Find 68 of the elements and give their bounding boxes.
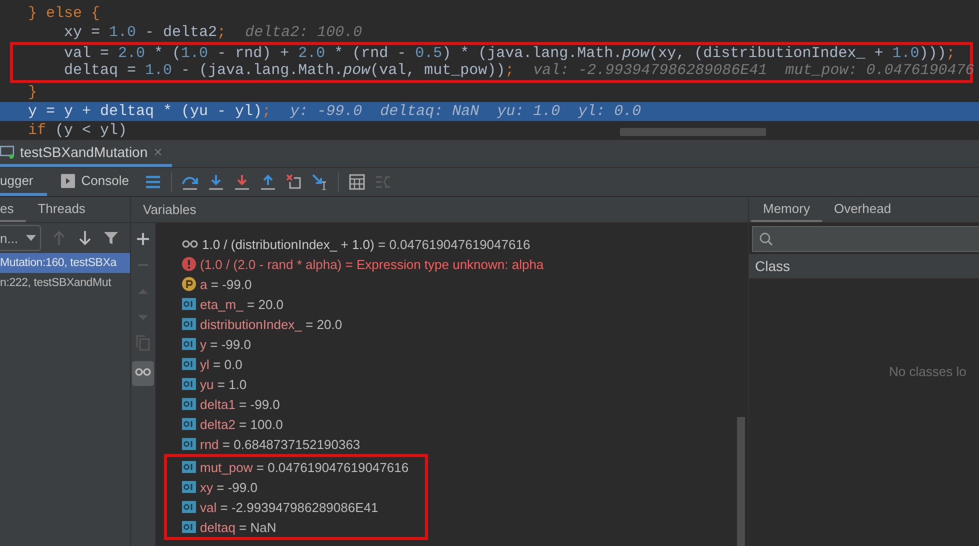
vertical-scrollbar[interactable] [737, 417, 745, 546]
drop-frame-icon[interactable] [286, 174, 302, 190]
code-line: if (y < yl) [28, 121, 128, 140]
variable-entry[interactable]: a = -99.0 [200, 276, 252, 292]
primitive-variable-icon [182, 438, 196, 450]
run-to-cursor-icon[interactable] [312, 174, 328, 190]
panel-tab[interactable]: Memory [751, 197, 822, 222]
variable-entry[interactable]: 1.0 / (distributionIndex_ + 1.0) = 0.047619047619047616 [202, 236, 530, 252]
primitive-variable-icon [182, 338, 196, 350]
debugger-tab[interactable]: Console [47, 168, 143, 196]
code-line: xy = 1.0 - delta2; [63, 23, 226, 42]
stack-frame[interactable]: n:222, testSBXandMut [0, 273, 130, 293]
variable-entry[interactable]: delta1 = -99.0 [200, 396, 280, 412]
code-line: } [28, 83, 38, 102]
primitive-variable-icon [182, 298, 196, 310]
primitive-variable-icon [182, 481, 196, 493]
variable-entry[interactable]: xy = -99.0 [200, 480, 258, 494]
add-icon[interactable] [135, 231, 151, 247]
variable-entry[interactable]: distributionIndex_ = 20.0 [200, 316, 342, 332]
parameter-icon [182, 277, 196, 291]
step-into-icon[interactable] [208, 174, 224, 190]
force-step-into-icon[interactable] [234, 174, 250, 190]
variable-entry[interactable]: mut_pow = 0.047619047619047616 [200, 460, 409, 474]
code-line: deltaq = 1.0 - (java.lang.Math.pow(val, mut_pow)); [63, 62, 514, 79]
menu-icon[interactable] [144, 174, 161, 190]
search-icon [759, 232, 773, 246]
console-icon [61, 174, 76, 188]
primitive-variable-icon [182, 378, 196, 390]
variable-entry[interactable]: yl = 0.0 [200, 356, 242, 372]
variable-entry[interactable]: deltaq = NaN [200, 520, 276, 534]
primitive-variable-icon [182, 461, 196, 473]
horizontal-scrollbar[interactable] [620, 128, 766, 136]
step-over-icon[interactable] [182, 174, 198, 190]
panel-tab[interactable]: es [0, 197, 26, 222]
primitive-variable-icon [182, 418, 196, 430]
column-header[interactable]: Class [755, 258, 790, 274]
empty-state-text: No classes lo [889, 364, 968, 379]
calculator-icon[interactable] [348, 174, 365, 190]
variable-entry[interactable]: yu = 1.0 [200, 376, 247, 392]
down-arrow-icon[interactable] [77, 230, 94, 246]
inline-value-hint: delta2: 100.0 [245, 23, 362, 42]
variable-entry[interactable]: eta_m_ = 20.0 [200, 296, 284, 312]
panel-tab[interactable]: Threads [26, 197, 98, 222]
filter-icon[interactable] [103, 230, 120, 246]
primitive-variable-icon [182, 398, 196, 410]
panel-title: Variables [143, 201, 196, 219]
variable-entry[interactable]: val = -2.993947986289086E41 [200, 500, 378, 514]
primitive-variable-icon [182, 501, 196, 513]
stack-frame[interactable]: Mutation:160, testSBXa [0, 253, 130, 273]
variable-entry[interactable]: rnd = 0.6848737152190363 [200, 436, 360, 452]
thread-dropdown[interactable]: n... [0, 225, 42, 251]
monitor-icon [0, 145, 14, 159]
panel-tab[interactable]: Overhead [822, 197, 904, 222]
step-out-icon[interactable] [260, 174, 276, 190]
primitive-variable-icon [182, 521, 196, 533]
primitive-variable-icon [182, 358, 196, 370]
code-line: } else { [28, 4, 100, 23]
code-line: y = y + deltaq * (yu - yl); [28, 102, 272, 121]
caret-icon [26, 235, 36, 241]
glasses-icon [182, 239, 198, 249]
variable-entry[interactable]: (1.0 / (2.0 - rand * alpha) = Expression type unknown: alpha [200, 256, 544, 272]
inline-value-hint: y: -99.0 deltaq: NaN yu: 1.0 yl: 0.0 [290, 102, 642, 121]
primitive-variable-icon [182, 318, 196, 330]
variable-entry[interactable]: y = -99.0 [200, 336, 251, 352]
variable-entry[interactable]: delta2 = 100.0 [200, 416, 283, 432]
error-icon [182, 257, 196, 271]
code-line: val = 2.0 * (1.0 - rnd) + 2.0 * (rnd - 0.5) * (java.lang.Math.pow(xy, (distributionIndex_ + 1.0))); [63, 45, 956, 62]
search-field[interactable] [752, 226, 979, 252]
